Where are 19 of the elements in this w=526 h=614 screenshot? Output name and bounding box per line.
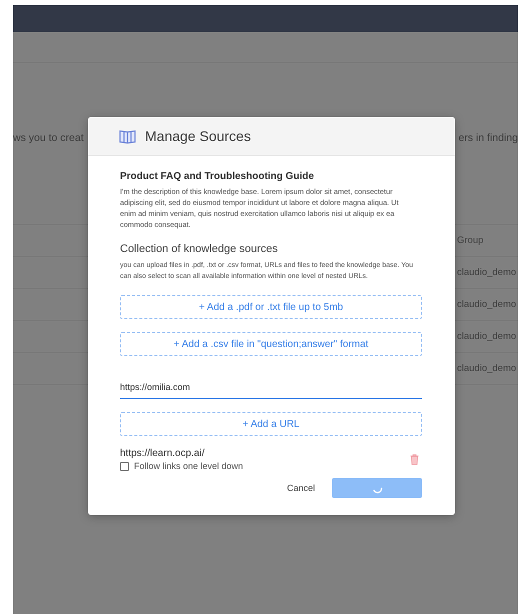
section-title: Collection of knowledge sources	[120, 243, 279, 255]
table-cell: claudio_demo	[457, 267, 516, 278]
source-url: https://learn.ocp.ai/	[120, 448, 206, 459]
column-header: Group	[457, 235, 484, 246]
upload-file-button[interactable]: + Add a .csv file in "question;answer" format	[120, 332, 422, 356]
dialog-title: Manage Sources	[145, 128, 251, 144]
intro-text: ws you to creat	[13, 132, 84, 144]
upload-file-button[interactable]: + Add a .pdf or .txt file up to 5mb	[120, 295, 422, 319]
table-cell: claudio_demo	[457, 363, 516, 374]
intro-text: ers in finding	[458, 132, 518, 144]
checkbox-label: Follow links one level down	[134, 461, 244, 471]
follow-links-checkbox[interactable]	[120, 462, 129, 470]
cancel-button[interactable]: Cancel	[284, 481, 318, 495]
trash-icon[interactable]	[410, 454, 419, 465]
book-icon	[119, 128, 136, 144]
knowledge-base-name: Product FAQ and Troubleshooting Guide	[120, 171, 315, 182]
add-url-button[interactable]: + Add a URL	[120, 412, 422, 436]
table-cell: claudio_demo	[457, 331, 516, 342]
table-cell: claudio_demo	[457, 299, 516, 310]
